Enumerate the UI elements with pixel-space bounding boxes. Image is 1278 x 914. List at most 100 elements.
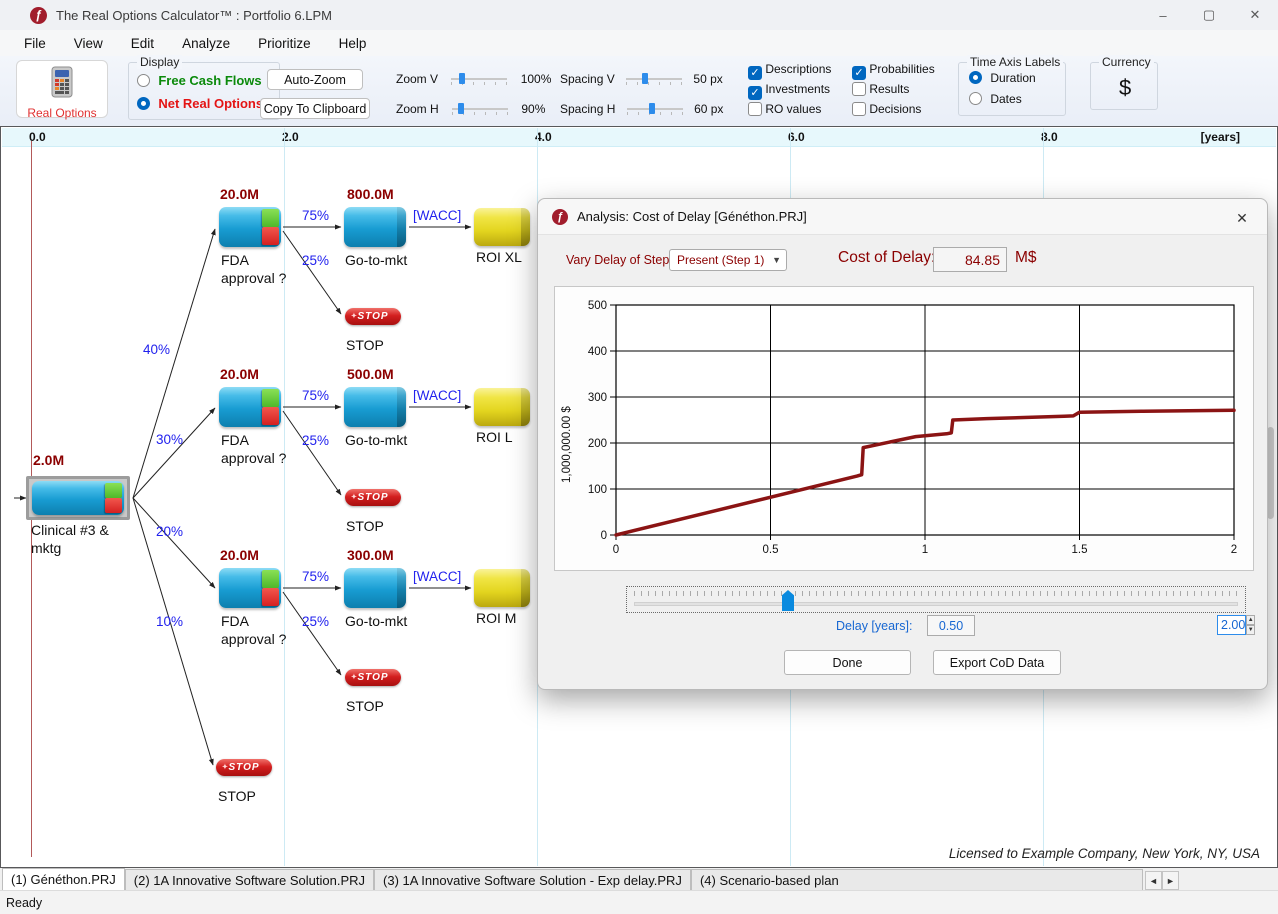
cylinder-cap — [521, 388, 530, 426]
probability-label: 10% — [156, 614, 183, 629]
node-fda-approval-3[interactable] — [219, 568, 281, 608]
svg-text:2: 2 — [1231, 544, 1237, 556]
done-button[interactable]: Done — [784, 650, 911, 675]
menu-edit[interactable]: Edit — [117, 32, 168, 55]
wacc-label: [WACC] — [413, 569, 461, 584]
sparkle-icon: ✦ — [351, 493, 358, 501]
zoom-h-slider[interactable] — [452, 103, 508, 115]
spinner-down-icon[interactable]: ▼ — [1246, 625, 1255, 635]
node-roi-l[interactable] — [474, 388, 530, 426]
slider-track — [634, 602, 1238, 606]
tab-innovative-software[interactable]: (2) 1A Innovative Software Solution.PRJ — [125, 869, 374, 890]
tab-scenario-based-plan[interactable]: (4) Scenario-based plan — [691, 869, 1143, 890]
stop-node[interactable]: ✦STOP — [345, 669, 401, 686]
radio-duration[interactable]: Duration — [969, 71, 1036, 85]
radio-dates[interactable]: Dates — [969, 92, 1022, 106]
dialog-title-bar[interactable]: ƒ Analysis: Cost of Delay [Généthon.PRJ]… — [538, 199, 1267, 235]
checkbox-descriptions[interactable]: ✓ Descriptions — [748, 62, 831, 80]
probability-label: 30% — [156, 432, 183, 447]
spacing-v-slider[interactable] — [626, 73, 682, 85]
cost-of-delay-unit: M$ — [1015, 249, 1037, 267]
cost-of-delay-dialog: ƒ Analysis: Cost of Delay [Généthon.PRJ]… — [537, 198, 1268, 690]
step-id-dropdown[interactable]: Present (Step 1) ▼ — [669, 249, 787, 271]
radio-net-real-options[interactable]: Net Real Options — [137, 96, 263, 111]
spinner-up-icon[interactable]: ▲ — [1246, 615, 1255, 625]
node-label: Go-to-mkt — [345, 432, 407, 450]
delay-years-label: Delay [years]: — [836, 619, 912, 633]
checkbox-icon: ✓ — [748, 66, 762, 80]
cost-of-delay-label: Cost of Delay: — [838, 249, 935, 267]
radio-free-cash-flows[interactable]: Free Cash Flows — [137, 73, 262, 88]
spacing-h-slider[interactable] — [627, 103, 683, 115]
real-options-button[interactable]: Real Options — [16, 60, 108, 118]
delay-value-field[interactable]: 0.50 — [927, 615, 975, 636]
dialog-title: Analysis: Cost of Delay [Généthon.PRJ] — [577, 209, 807, 224]
cylinder-cap — [397, 568, 406, 608]
stop-node[interactable]: ✦STOP — [345, 308, 401, 325]
toolbar: Real Options Display Free Cash Flows Net… — [0, 56, 1278, 126]
zoom-h-value: 90% — [521, 102, 545, 116]
zoom-v-slider[interactable] — [451, 73, 507, 85]
cost-of-delay-value: 84.85 — [933, 247, 1007, 272]
tab-genethon[interactable]: (1) Généthon.PRJ — [2, 868, 125, 890]
app-logo-icon: ƒ — [30, 7, 47, 24]
menu-help[interactable]: Help — [325, 32, 381, 55]
investment-label: 20.0M — [220, 186, 259, 202]
chart-plot: 010020030040050000.511.52 — [555, 287, 1255, 572]
stop-node[interactable]: ✦STOP — [216, 759, 272, 776]
cost-of-delay-chart: 1,000,000.00 $ 010020030040050000.511.52 — [554, 286, 1254, 571]
probability-label: 25% — [302, 433, 329, 448]
node-roi-xl[interactable] — [474, 208, 530, 246]
probability-label: 75% — [302, 208, 329, 223]
node-clinical-3-mktg[interactable] — [32, 481, 124, 515]
time-axis-group-title: Time Axis Labels — [967, 55, 1063, 69]
node-label: ROI XL — [476, 249, 522, 267]
investment-label: 20.0M — [220, 366, 259, 382]
sparkle-icon: ✦ — [222, 763, 229, 771]
svg-text:0.5: 0.5 — [763, 544, 779, 556]
ruler-unit-label: [years] — [1201, 130, 1240, 144]
menu-file[interactable]: File — [10, 32, 60, 55]
investment-label: 500.0M — [347, 366, 394, 382]
maximize-button[interactable]: ▢ — [1186, 0, 1232, 30]
title-bar: ƒ The Real Options Calculator™ : Portfol… — [0, 0, 1278, 30]
svg-text:300: 300 — [588, 392, 607, 404]
close-button[interactable]: ✕ — [1232, 0, 1278, 30]
tab-innovative-software-exp-delay[interactable]: (3) 1A Innovative Software Solution - Ex… — [374, 869, 691, 890]
spacing-h-label: Spacing H — [560, 102, 615, 116]
max-delay-value[interactable]: 2.00 — [1217, 615, 1246, 635]
copy-to-clipboard-button[interactable]: Copy To Clipboard — [260, 98, 370, 119]
delay-slider[interactable] — [626, 586, 1246, 613]
node-fda-approval-1[interactable] — [219, 207, 281, 247]
export-cod-data-button[interactable]: Export CoD Data — [933, 650, 1061, 675]
checkbox-icon — [852, 82, 866, 96]
green-cube-icon — [262, 570, 279, 588]
tab-scroll-left-icon[interactable]: ◄ — [1145, 871, 1162, 890]
checkbox-decisions[interactable]: Decisions — [852, 102, 921, 116]
checkbox-ro-values[interactable]: RO values — [748, 102, 821, 116]
probability-label: 75% — [302, 388, 329, 403]
vertical-scrollbar[interactable] — [1267, 427, 1274, 519]
checkbox-investments[interactable]: ✓ Investments — [748, 82, 830, 100]
menu-analyze[interactable]: Analyze — [168, 32, 244, 55]
max-delay-spinner[interactable]: 2.00 ▲ ▼ — [1217, 615, 1255, 635]
tab-scroll-right-icon[interactable]: ► — [1162, 871, 1179, 890]
checkbox-probabilities[interactable]: ✓ Probabilities — [852, 62, 935, 80]
node-go-to-mkt-3[interactable] — [344, 568, 406, 608]
node-go-to-mkt-1[interactable] — [344, 207, 406, 247]
application-window: ƒ The Real Options Calculator™ : Portfol… — [0, 0, 1278, 914]
svg-text:0: 0 — [601, 530, 607, 542]
node-roi-m[interactable] — [474, 569, 530, 607]
probability-label: 25% — [302, 614, 329, 629]
checkbox-results[interactable]: Results — [852, 82, 909, 96]
dialog-close-icon[interactable]: ✕ — [1231, 207, 1253, 229]
radio-icon — [969, 71, 982, 84]
node-go-to-mkt-2[interactable] — [344, 387, 406, 427]
auto-zoom-button[interactable]: Auto-Zoom — [267, 69, 363, 90]
stop-node[interactable]: ✦STOP — [345, 489, 401, 506]
probability-label: 40% — [143, 342, 170, 357]
minimize-button[interactable]: – — [1140, 0, 1186, 30]
menu-prioritize[interactable]: Prioritize — [244, 32, 325, 55]
menu-view[interactable]: View — [60, 32, 117, 55]
node-fda-approval-2[interactable] — [219, 387, 281, 427]
